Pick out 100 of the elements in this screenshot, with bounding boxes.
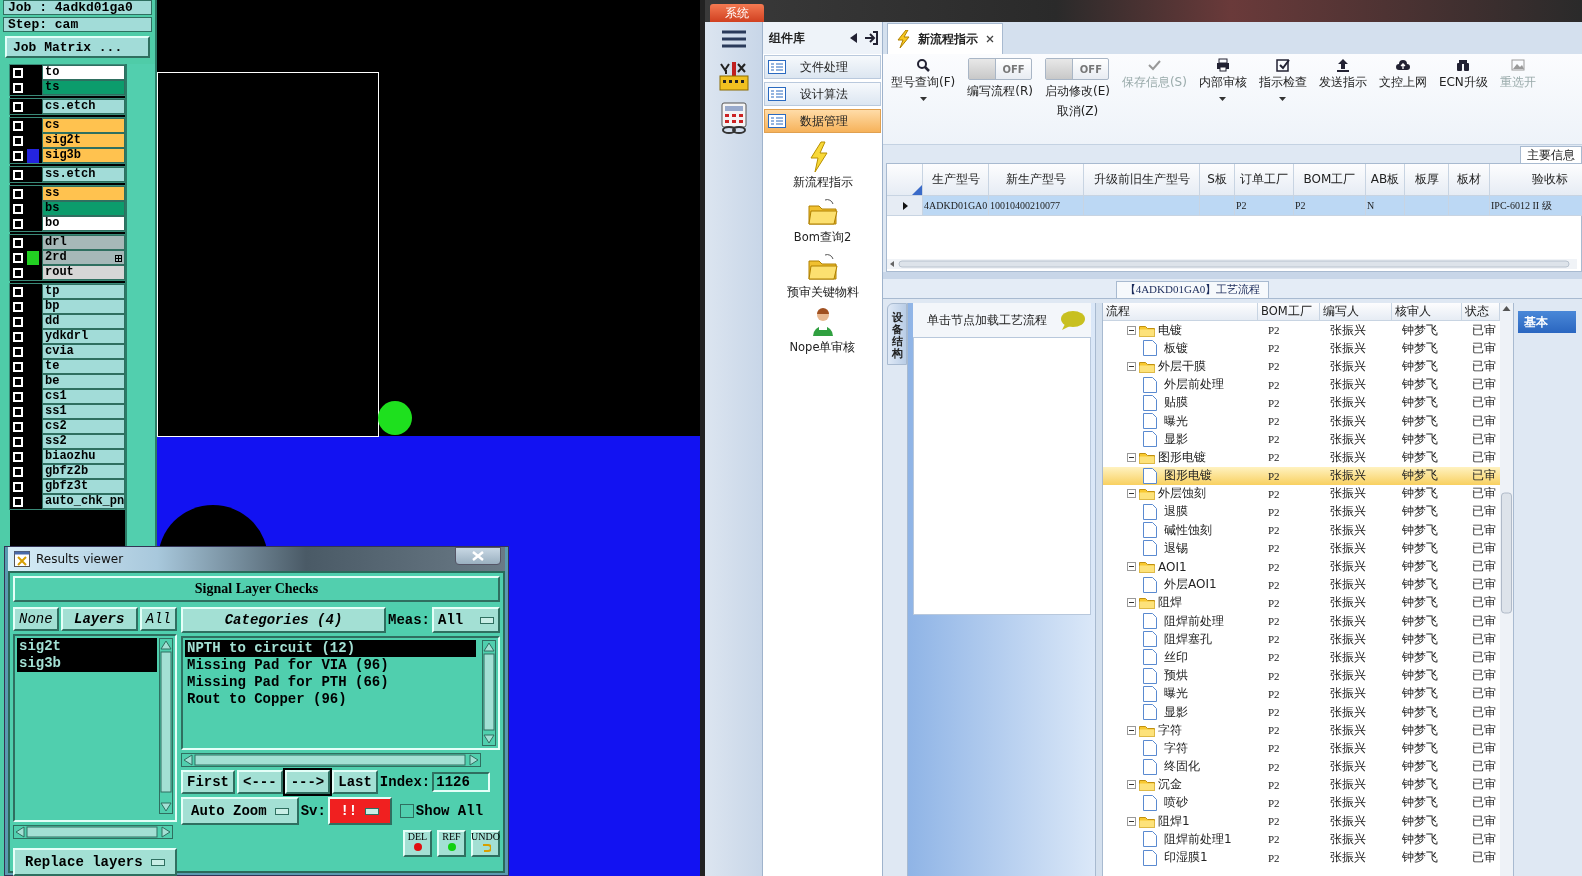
tree-row[interactable]: 显影 P2 张振兴 钟梦飞 已审 (1103, 702, 1500, 722)
layer-checkbox[interactable] (13, 150, 23, 161)
launcher-label[interactable]: 预审关键物料 (786, 285, 859, 300)
toolbar-button[interactable]: 发送指示 (1312, 58, 1373, 91)
layer-name[interactable]: cs (42, 118, 126, 133)
tree-row[interactable]: 终固化 P2 张振兴 钟梦飞 已审 (1103, 757, 1500, 776)
tree-row[interactable]: 外层前处理 P2 张振兴 钟梦飞 已审 (1103, 375, 1500, 394)
category-item[interactable]: NPTH to circuit (12) (185, 640, 476, 657)
layer-name[interactable]: bo (42, 216, 126, 231)
show-all-checkbox[interactable] (399, 804, 414, 818)
toolbar-button[interactable]: 文控上网 (1372, 58, 1433, 91)
expander-icon[interactable] (1127, 361, 1136, 371)
meas-dropdown[interactable]: All (432, 607, 500, 633)
tree-row[interactable]: 外层干膜 P2 张振兴 钟梦飞 已审 (1103, 357, 1500, 376)
navigation-button[interactable]: ---> (284, 770, 331, 794)
layer-checkbox[interactable] (13, 101, 23, 112)
collapse-icon[interactable] (850, 33, 858, 43)
job-matrix-button[interactable]: Job Matrix ... (5, 36, 150, 58)
toggle-switch[interactable]: OFF (968, 58, 1033, 80)
tree-row[interactable]: 沉金 P2 张振兴 钟梦飞 已审 (1103, 775, 1500, 794)
tree-row[interactable]: 显影 P2 张振兴 钟梦飞 已审 (1103, 430, 1500, 449)
row-header[interactable] (887, 196, 923, 216)
layer-filter-button[interactable]: Layers (60, 607, 138, 631)
tree-row[interactable]: 阻焊1 P2 张振兴 钟梦飞 已审 (1103, 812, 1500, 831)
category-item[interactable]: Missing Pad for PTH (66) (185, 674, 476, 691)
dropdown-caret-icon[interactable] (1279, 97, 1287, 101)
tree-row[interactable]: 喷砂 P2 张振兴 钟梦飞 已审 (1103, 793, 1500, 813)
layer-checkbox[interactable] (13, 466, 23, 477)
layer-name[interactable]: dd (42, 314, 126, 329)
calculator-icon[interactable] (718, 102, 749, 134)
layer-checkbox[interactable] (13, 406, 23, 417)
layer-checkbox[interactable] (13, 120, 23, 131)
toolbar-button[interactable]: 内部审核 (1192, 58, 1253, 91)
expander-icon[interactable] (1127, 598, 1136, 608)
tree-row[interactable]: 字符 P2 张振兴 钟梦飞 已审 (1103, 739, 1500, 758)
folder-icon[interactable] (806, 251, 839, 283)
vertical-scrollbar[interactable] (159, 638, 173, 814)
layer-checkbox[interactable] (13, 421, 23, 432)
navigation-button[interactable]: <--- (237, 770, 283, 794)
layer-checkbox[interactable] (13, 376, 23, 387)
category-item[interactable]: Rout to Copper (96) (185, 691, 476, 708)
layer-list-item[interactable]: sig2t (17, 638, 157, 655)
tool-button[interactable]: UNDO (471, 830, 500, 857)
tree-row[interactable]: 阻焊塞孔 P2 张振兴 钟梦飞 已审 (1103, 630, 1500, 649)
tree-row[interactable]: 图形电镀 P2 张振兴 钟梦飞 已审 (1103, 448, 1500, 467)
horizontal-scrollbar[interactable] (13, 825, 173, 839)
tree-row[interactable]: 图形电镀 P2 张振兴 钟梦飞 已审 (1103, 466, 1500, 485)
tree-row[interactable]: 丝印 P2 张振兴 钟梦飞 已审 (1103, 648, 1500, 667)
process-tab[interactable]: 【4ADKD01GA0】工艺流程 (1115, 281, 1270, 298)
expander-icon[interactable] (1127, 452, 1136, 462)
layer-name[interactable]: rout (42, 265, 126, 280)
close-icon[interactable] (986, 35, 994, 43)
layer-checkbox[interactable] (13, 169, 23, 180)
tree-row[interactable]: 阻焊前处理 P2 张振兴 钟梦飞 已审 (1103, 612, 1500, 631)
toolbar-button[interactable]: ECN升级 (1432, 58, 1494, 91)
layer-name[interactable]: ss.etch (42, 167, 126, 182)
layer-name[interactable]: bs (42, 201, 126, 216)
dropdown-caret-icon[interactable] (1219, 97, 1227, 101)
layer-name[interactable]: ss (42, 186, 126, 201)
layer-checkbox[interactable] (13, 267, 23, 278)
layer-checkbox[interactable] (13, 301, 23, 312)
layer-name[interactable]: ydkdrl (42, 329, 126, 344)
layer-checkbox[interactable] (13, 82, 23, 93)
layer-name[interactable]: te (42, 359, 126, 374)
side-tab[interactable]: 设备结构 (887, 303, 907, 365)
layer-checkbox[interactable] (13, 67, 23, 78)
detail-tab[interactable]: 基本 (1518, 311, 1576, 333)
layer-filter-button[interactable]: None (13, 607, 59, 631)
layer-checkbox[interactable] (13, 135, 23, 146)
layer-name[interactable]: sig2t (42, 133, 126, 148)
tree-row[interactable]: 曝光 P2 张振兴 钟梦飞 已审 (1103, 684, 1500, 703)
tree-row[interactable]: 退膜 P2 张振兴 钟梦飞 已审 (1103, 502, 1500, 522)
navigation-button[interactable]: First (181, 770, 235, 794)
layer-checkbox[interactable] (13, 188, 23, 199)
dropdown-caret-icon[interactable] (919, 97, 927, 101)
layer-checkbox[interactable] (13, 203, 23, 214)
layer-list-item[interactable]: sig3b (17, 655, 157, 672)
expander-icon[interactable] (1127, 325, 1136, 335)
replace-layers-dropdown[interactable]: Replace layers (13, 848, 177, 876)
layer-filter-button[interactable]: All (139, 607, 177, 631)
launcher-label[interactable]: Nope单审核 (789, 340, 856, 355)
layer-name[interactable]: gbfz2b (42, 464, 126, 479)
tool-button[interactable]: DEL (403, 830, 432, 857)
layer-checkbox[interactable] (13, 331, 23, 342)
expander-icon[interactable] (1127, 562, 1136, 572)
navigation-button[interactable]: Last (332, 770, 378, 794)
layer-checkbox[interactable] (13, 218, 23, 229)
layer-name[interactable]: biaozhu (42, 449, 126, 464)
tree-row[interactable]: 印湿膜1 P2 张振兴 钟梦飞 已审 (1103, 848, 1500, 867)
vertical-scrollbar[interactable] (1500, 303, 1513, 876)
index-field[interactable]: 1126 (432, 772, 491, 792)
tree-row[interactable]: 贴膜 P2 张振兴 钟梦飞 已审 (1103, 393, 1500, 412)
layer-checkbox[interactable] (13, 496, 23, 507)
layer-checkbox[interactable] (13, 436, 23, 447)
tree-row[interactable]: 阻焊 P2 张振兴 钟梦飞 已审 (1103, 593, 1500, 612)
layer-name[interactable]: auto_chk_pn (42, 494, 126, 509)
layer-checkbox[interactable] (13, 252, 23, 263)
layer-name[interactable]: cs1 (42, 389, 126, 404)
layer-name[interactable]: to (42, 65, 126, 80)
category-item[interactable]: Missing Pad for VIA (96) (185, 657, 476, 674)
